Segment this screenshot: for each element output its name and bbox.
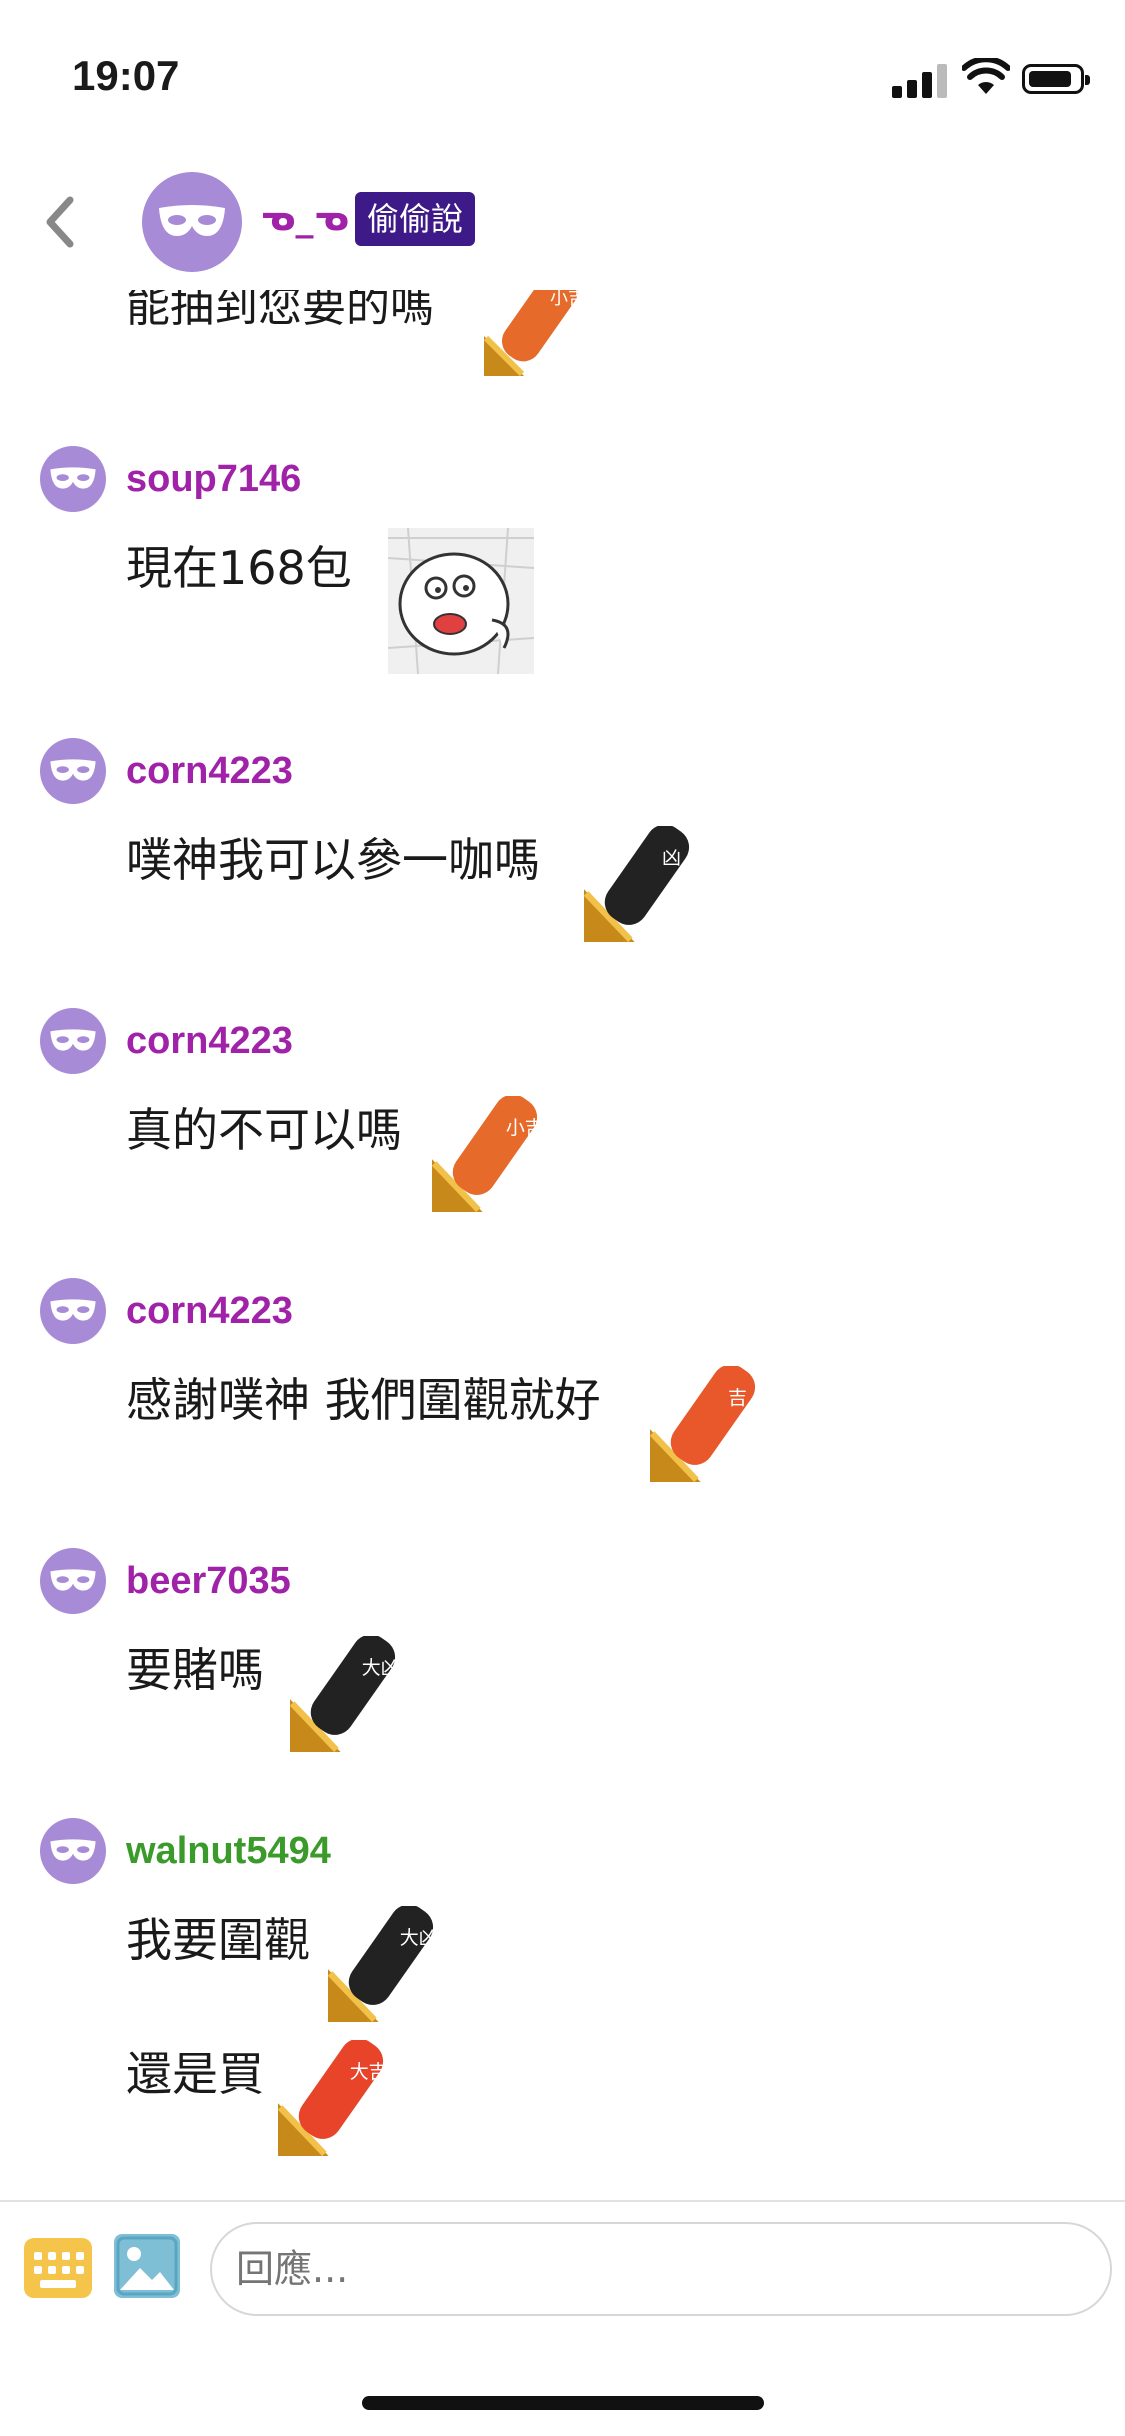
secret-talk-badge: 偷偷說 <box>355 192 476 246</box>
message-text: 我要圍觀 <box>126 1913 310 1967</box>
input-divider <box>0 2200 1125 2202</box>
mask-icon <box>50 1569 96 1591</box>
status-time: 19:07 <box>72 52 180 99</box>
fortune-stick-sticker[interactable]: 大吉 <box>277 2038 394 2160</box>
mask-icon <box>50 467 96 489</box>
fortune-stick-sticker[interactable]: 小吉 <box>483 270 594 380</box>
fortune-stick-sticker[interactable]: 大凶 <box>289 1634 406 1756</box>
home-indicator <box>362 2396 764 2410</box>
status-bar: 19:07 <box>0 0 1125 150</box>
header-username: ᓀ_ᓀ <box>260 198 350 239</box>
svg-text:大凶: 大凶 <box>362 1657 400 1679</box>
keyboard-icon[interactable] <box>24 2238 92 2298</box>
header-avatar[interactable] <box>142 172 242 272</box>
avatar[interactable] <box>40 738 106 804</box>
message-text: 要賭嗎 <box>126 1643 264 1697</box>
fortune-stick-sticker[interactable]: 凶 <box>583 824 700 946</box>
svg-text:大吉: 大吉 <box>350 2061 388 2083</box>
username[interactable]: corn4223 <box>126 1290 293 1333</box>
image-icon[interactable] <box>114 2234 180 2298</box>
message-text: 現在168包 <box>126 541 352 595</box>
avatar[interactable] <box>40 1278 106 1344</box>
fortune-stick-sticker[interactable]: 小吉 <box>431 1094 548 1216</box>
mask-icon <box>50 1839 96 1861</box>
chat-header: ᓀ_ᓀ 偷偷說 <box>0 150 1125 290</box>
reply-input[interactable] <box>210 2222 1112 2316</box>
message-text: 還是買 <box>126 2047 264 2101</box>
svg-text:凶: 凶 <box>662 847 681 869</box>
svg-text:大凶: 大凶 <box>400 1927 438 1949</box>
fortune-stick-sticker[interactable]: 吉 <box>649 1364 766 1486</box>
mask-icon <box>50 1299 96 1321</box>
svg-text:吉: 吉 <box>728 1387 747 1409</box>
avatar[interactable] <box>40 446 106 512</box>
svg-text:小吉: 小吉 <box>506 1117 544 1139</box>
username[interactable]: walnut5494 <box>126 1830 331 1873</box>
mask-icon <box>50 1029 96 1051</box>
message-text: 真的不可以嗎 <box>126 1103 402 1157</box>
username[interactable]: corn4223 <box>126 750 293 793</box>
mask-icon <box>50 759 96 781</box>
message-text: 感謝噗神 我們圍觀就好 <box>126 1373 601 1427</box>
username[interactable]: corn4223 <box>126 1020 293 1063</box>
wifi-icon <box>962 58 1010 94</box>
avatar[interactable] <box>40 1008 106 1074</box>
username[interactable]: beer7035 <box>126 1560 291 1603</box>
message-text: 噗神我可以參一咖嗎 <box>126 833 540 887</box>
avatar[interactable] <box>40 1818 106 1884</box>
username[interactable]: soup7146 <box>126 458 301 501</box>
fortune-stick-sticker[interactable]: 大凶 <box>327 1904 444 2026</box>
mask-icon <box>159 205 225 236</box>
avatar[interactable] <box>40 1548 106 1614</box>
battery-icon <box>1022 64 1090 94</box>
svg-text:小吉: 小吉 <box>550 288 586 309</box>
sticker-image[interactable] <box>387 527 535 675</box>
back-icon[interactable] <box>40 192 80 252</box>
signal-icon <box>892 62 950 98</box>
